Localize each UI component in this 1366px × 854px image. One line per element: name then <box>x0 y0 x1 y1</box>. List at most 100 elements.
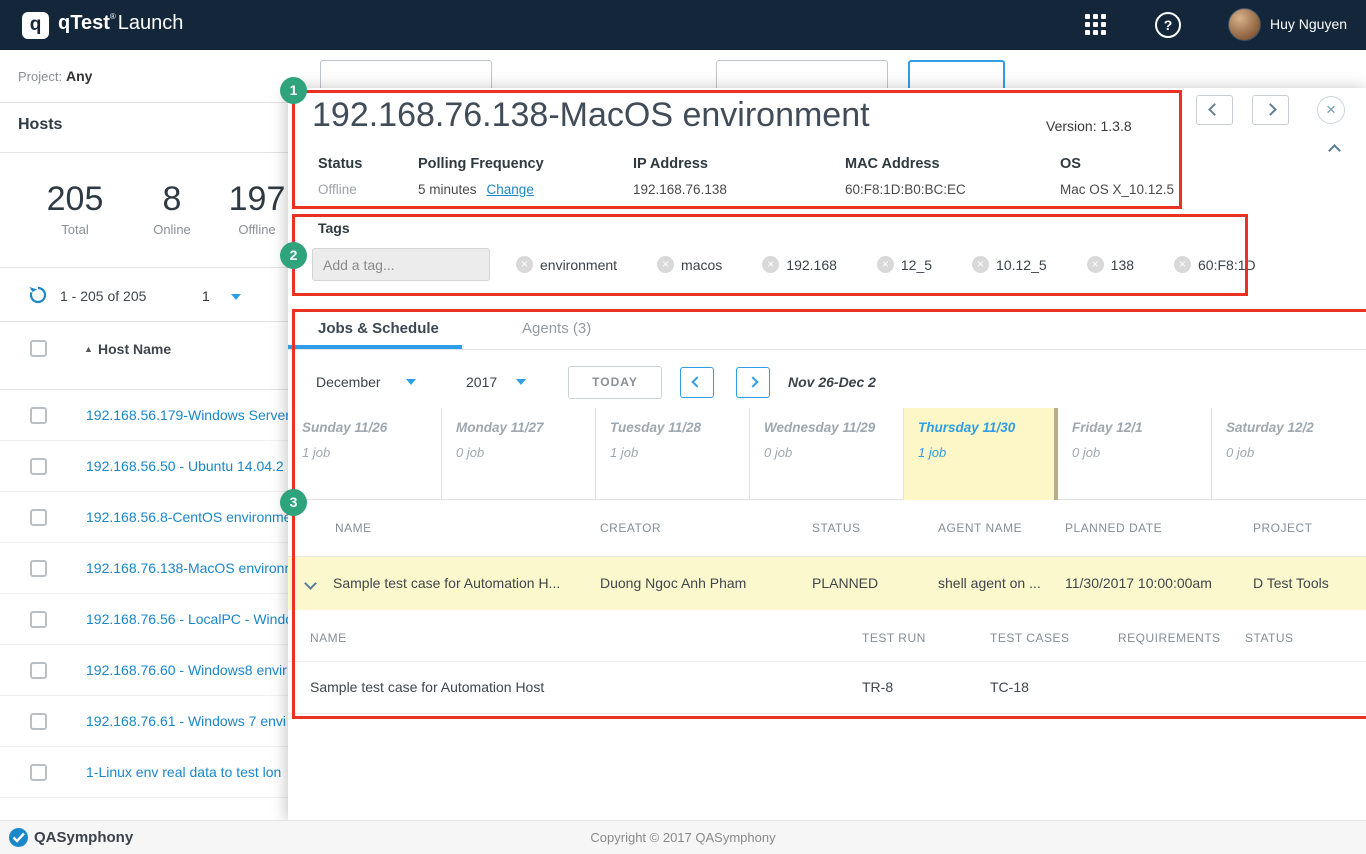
day-cell-tuesday[interactable]: Tuesday 11/28 1 job <box>596 408 750 500</box>
collapse-chevron-up-icon[interactable] <box>1328 144 1341 157</box>
host-row: 192.168.56.179-Windows Server <box>0 390 288 441</box>
host-checkbox[interactable] <box>30 458 47 475</box>
tag-label: 138 <box>1111 257 1134 273</box>
stat-online: 8 Online <box>142 180 202 237</box>
chevron-left-icon <box>691 376 702 387</box>
job-details-row: Sample test case for Automation Host TR-… <box>288 662 1366 714</box>
host-row: 192.168.76.60 - Windows8 envir <box>0 645 288 696</box>
week-range-label: Nov 26-Dec 2 <box>788 374 876 390</box>
user-name[interactable]: Huy Nguyen <box>1270 16 1347 32</box>
apps-grid-icon[interactable] <box>1085 14 1108 37</box>
jobs-table-header: NAME CREATOR STATUS AGENT NAME PLANNED D… <box>288 500 1366 557</box>
column-header-project: PROJECT <box>1253 521 1313 535</box>
refresh-icon[interactable] <box>28 285 48 305</box>
field-label: IP Address <box>633 156 727 172</box>
close-button[interactable]: × <box>1317 96 1345 124</box>
remove-tag-icon[interactable]: × <box>877 256 894 273</box>
tag: × 10.12_5 <box>972 256 1047 273</box>
filter-button[interactable] <box>908 60 1005 91</box>
host-link[interactable]: 192.168.76.61 - Windows 7 envi <box>86 713 286 729</box>
project-selector[interactable]: Any <box>66 68 92 84</box>
add-tag-input[interactable] <box>312 248 490 281</box>
day-label: Thursday 11/30 <box>918 420 1054 435</box>
month-dropdown-caret-icon[interactable] <box>406 379 416 385</box>
host-checkbox[interactable] <box>30 560 47 577</box>
host-link[interactable]: 192.168.56.8-CentOS environme <box>86 509 288 525</box>
today-button[interactable]: TODAY <box>568 366 662 399</box>
tab-jobs-schedule[interactable]: Jobs & Schedule <box>318 320 439 337</box>
chevron-left-icon <box>1208 103 1221 116</box>
day-cell-thursday-selected[interactable]: Thursday 11/30 1 job <box>904 408 1058 500</box>
tag-label: 10.12_5 <box>996 257 1047 273</box>
host-filter-input-1[interactable] <box>320 60 492 91</box>
top-navbar: q qTest®Launch ? Huy Nguyen <box>0 0 1366 50</box>
field-label: OS <box>1060 156 1174 172</box>
qtest-launch-page: Project: Any Hosts 205 Total 8 Online 19… <box>0 0 1366 854</box>
remove-tag-icon[interactable]: × <box>762 256 779 273</box>
host-link[interactable]: 192.168.76.60 - Windows8 envir <box>86 662 287 678</box>
job-details-table-header: NAME TEST RUN TEST CASES REQUIREMENTS ST… <box>288 610 1366 662</box>
host-filter-input-2[interactable] <box>716 60 888 91</box>
page-dropdown-caret-icon[interactable] <box>231 294 241 300</box>
day-jobs: 0 job <box>764 445 903 460</box>
job-row-selected[interactable]: Sample test case for Automation H... Duo… <box>288 557 1366 610</box>
next-host-button[interactable] <box>1252 95 1289 125</box>
day-label: Sunday 11/26 <box>302 420 441 435</box>
day-cell-saturday[interactable]: Saturday 12/2 0 job <box>1212 408 1366 500</box>
day-label: Tuesday 11/28 <box>610 420 749 435</box>
page-selector[interactable]: 1 <box>202 288 210 304</box>
field-status: Status Offline <box>318 156 362 197</box>
remove-tag-icon[interactable]: × <box>972 256 989 273</box>
tag-label: macos <box>681 257 722 273</box>
host-checkbox[interactable] <box>30 611 47 628</box>
host-link[interactable]: 1-Linux env real data to test lon <box>86 764 281 780</box>
host-row: 192.168.56.8-CentOS environme <box>0 492 288 543</box>
host-checkbox[interactable] <box>30 407 47 424</box>
day-cell-sunday[interactable]: Sunday 11/26 1 job <box>288 408 442 500</box>
detail-test-run[interactable]: TR-8 <box>862 679 893 695</box>
stat-online-label: Online <box>142 222 202 237</box>
stat-online-value: 8 <box>142 180 202 219</box>
host-checkbox[interactable] <box>30 662 47 679</box>
host-link[interactable]: 192.168.76.138-MacOS environn <box>86 560 288 576</box>
remove-tag-icon[interactable]: × <box>657 256 674 273</box>
prev-week-button[interactable] <box>680 367 714 398</box>
day-cell-friday[interactable]: Friday 12/1 0 job <box>1058 408 1212 500</box>
remove-tag-icon[interactable]: × <box>1174 256 1191 273</box>
host-list: 192.168.56.179-Windows Server 192.168.56… <box>0 390 288 798</box>
column-header-requirements: REQUIREMENTS <box>1118 631 1221 645</box>
job-status: PLANNED <box>812 575 878 591</box>
help-icon[interactable]: ? <box>1155 12 1181 38</box>
detail-test-cases[interactable]: TC-18 <box>990 679 1029 695</box>
day-cell-monday[interactable]: Monday 11/27 0 job <box>442 408 596 500</box>
sort-asc-icon[interactable]: ▲ <box>84 344 93 354</box>
tab-agents[interactable]: Agents (3) <box>522 320 591 337</box>
year-dropdown-caret-icon[interactable] <box>516 379 526 385</box>
remove-tag-icon[interactable]: × <box>516 256 533 273</box>
host-checkbox[interactable] <box>30 713 47 730</box>
next-week-button[interactable] <box>736 367 770 398</box>
day-cell-wednesday[interactable]: Wednesday 11/29 0 job <box>750 408 904 500</box>
host-checkbox[interactable] <box>30 764 47 781</box>
host-link[interactable]: 192.168.76.56 - LocalPC - Windo <box>86 611 288 627</box>
job-planned-date: 11/30/2017 10:00:00am <box>1065 575 1212 591</box>
year-selector[interactable]: 2017 <box>466 374 497 390</box>
field-label: Polling Frequency <box>418 156 544 172</box>
expand-chevron-down-icon[interactable] <box>304 577 317 590</box>
month-selector[interactable]: December <box>316 374 381 390</box>
field-os: OS Mac OS X_10.12.5 <box>1060 156 1174 197</box>
host-link[interactable]: 192.168.56.179-Windows Server <box>86 407 288 423</box>
change-polling-link[interactable]: Change <box>487 182 534 197</box>
tag: × environment <box>516 256 617 273</box>
host-checkbox[interactable] <box>30 509 47 526</box>
remove-tag-icon[interactable]: × <box>1087 256 1104 273</box>
product-name: Launch <box>118 12 184 34</box>
user-avatar[interactable] <box>1228 8 1261 41</box>
select-all-checkbox[interactable] <box>30 340 47 357</box>
tag-label: 12_5 <box>901 257 932 273</box>
prev-host-button[interactable] <box>1196 95 1233 125</box>
host-name-column-header[interactable]: Host Name <box>98 341 171 357</box>
tag-label: environment <box>540 257 617 273</box>
host-link[interactable]: 192.168.56.50 - Ubuntu 14.04.2 <box>86 458 284 474</box>
hosts-section-title: Hosts <box>18 116 62 134</box>
